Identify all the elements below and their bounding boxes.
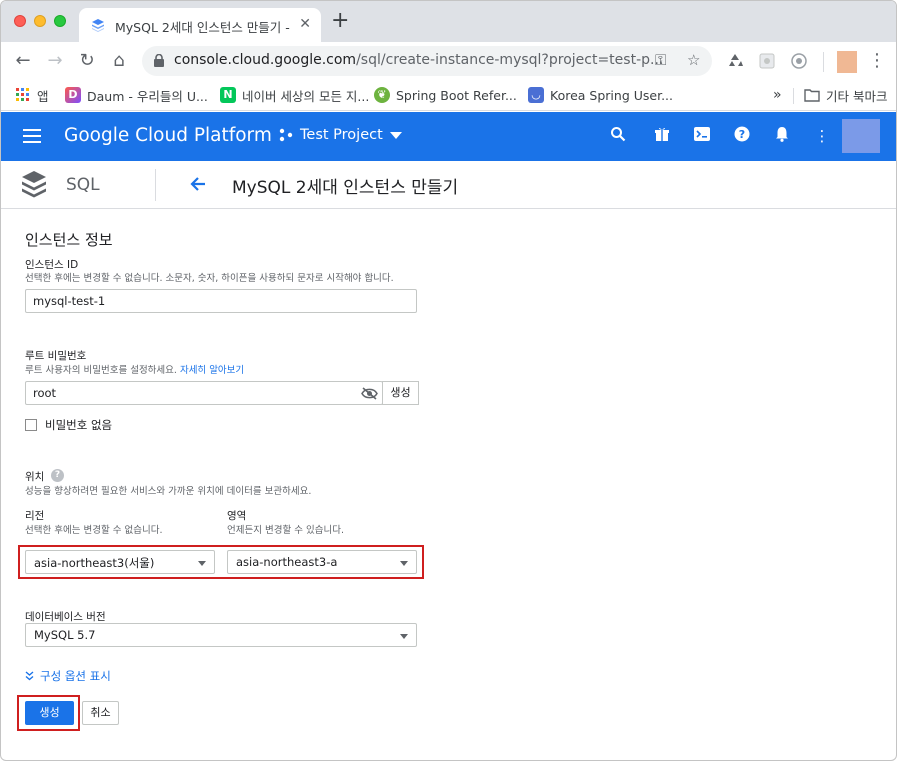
cloud-sql-favicon-icon bbox=[92, 19, 104, 32]
dropdown-caret-icon bbox=[400, 634, 408, 639]
db-version-label: 데이터베이스 버전 bbox=[25, 611, 106, 623]
bookmark-star-icon[interactable]: ☆ bbox=[687, 51, 700, 69]
minimize-window-button[interactable] bbox=[34, 15, 46, 27]
bookmark-naver[interactable]: N 네이버 세상의 모든 지... bbox=[220, 85, 369, 105]
bookmark-spring-boot[interactable]: ❦ Spring Boot Refer... bbox=[374, 85, 517, 105]
new-tab-button[interactable]: + bbox=[331, 10, 349, 32]
show-config-options[interactable]: 구성 옵션 표시 bbox=[25, 668, 111, 684]
extension-icon[interactable] bbox=[757, 51, 777, 71]
instance-id-input[interactable]: mysql-test-1 bbox=[25, 289, 417, 313]
tab-title: MySQL 2세대 인스턴스 만들기 - Te bbox=[115, 20, 291, 35]
svg-text:?: ? bbox=[739, 128, 745, 141]
learn-more-link[interactable]: 자세히 알아보기 bbox=[180, 365, 244, 376]
dropdown-caret-icon bbox=[400, 561, 408, 566]
lock-icon bbox=[154, 54, 164, 67]
daum-icon: D bbox=[65, 87, 81, 103]
root-password-input[interactable]: root bbox=[25, 381, 383, 405]
bookmarks-bar: 앱 D Daum - 우리들의 U... N 네이버 세상의 모든 지... ❦… bbox=[1, 80, 896, 111]
help-icon[interactable]: ? bbox=[732, 126, 752, 146]
db-version-select[interactable]: MySQL 5.7 bbox=[25, 623, 417, 647]
cloud-sql-logo-icon bbox=[22, 171, 46, 198]
page-title: MySQL 2세대 인스턴스 만들기 bbox=[232, 178, 459, 198]
browser-toolbar: ← → ↻ ⌂ console.cloud.google.com/sql/cre… bbox=[1, 42, 896, 80]
spring-icon: ❦ bbox=[374, 87, 390, 103]
notifications-bell-icon[interactable] bbox=[772, 126, 792, 146]
bookmarks-overflow-icon[interactable]: » bbox=[773, 85, 782, 105]
other-bookmarks[interactable]: 기타 북마크 bbox=[804, 85, 887, 105]
close-window-button[interactable] bbox=[14, 15, 26, 27]
forward-icon[interactable]: → bbox=[43, 49, 67, 73]
home-icon[interactable]: ⌂ bbox=[107, 49, 131, 73]
bookmark-divider bbox=[793, 88, 794, 104]
folder-icon bbox=[804, 89, 820, 102]
root-password-label: 루트 비밀번호 bbox=[25, 350, 87, 362]
browser-tab[interactable]: MySQL 2세대 인스턴스 만들기 - Te ✕ bbox=[79, 8, 321, 42]
chevron-down-icon bbox=[389, 131, 402, 139]
search-icon[interactable] bbox=[608, 126, 628, 146]
zone-hint: 언제든지 변경할 수 있습니다. bbox=[227, 525, 344, 536]
section-title: 인스턴스 정보 bbox=[25, 231, 113, 249]
tab-close-icon[interactable]: ✕ bbox=[299, 16, 311, 32]
more-options-icon[interactable]: ⋮ bbox=[812, 126, 832, 146]
ksug-icon: ◡ bbox=[528, 87, 544, 103]
profile-avatar[interactable] bbox=[837, 51, 857, 73]
gcp-brand[interactable]: Google Cloud Platform bbox=[64, 125, 272, 146]
cancel-button[interactable]: 취소 bbox=[82, 701, 119, 725]
root-password-hint: 루트 사용자의 비밀번호를 설정하세요. 자세히 알아보기 bbox=[25, 365, 245, 376]
zone-label: 영역 bbox=[227, 510, 247, 522]
hamburger-menu-icon[interactable] bbox=[23, 129, 41, 143]
address-bar[interactable]: console.cloud.google.com/sql/create-inst… bbox=[142, 46, 712, 76]
page-subheader: SQL MySQL 2세대 인스턴스 만들기 bbox=[1, 161, 896, 209]
browser-window: MySQL 2세대 인스턴스 만들기 - Te ✕ + ← → ↻ ⌂ cons… bbox=[0, 0, 897, 761]
location-hint: 성능을 향상하려면 필요한 서비스와 가까운 위치에 데이터를 보관하세요. bbox=[25, 486, 312, 497]
no-password-checkbox[interactable] bbox=[25, 419, 37, 431]
generate-password-button[interactable]: 생성 bbox=[382, 381, 419, 405]
zone-select[interactable]: asia-northeast3-a bbox=[227, 550, 417, 574]
camera-extension-icon[interactable] bbox=[789, 51, 809, 71]
project-selector[interactable]: Test Project bbox=[279, 127, 402, 143]
key-icon[interactable]: ⚿ bbox=[655, 51, 666, 69]
reload-icon[interactable]: ↻ bbox=[75, 49, 99, 73]
bookmark-ksug[interactable]: ◡ Korea Spring User... bbox=[528, 85, 673, 105]
project-nodes-icon bbox=[279, 128, 293, 142]
region-label: 리전 bbox=[25, 510, 45, 522]
back-icon[interactable]: ← bbox=[11, 49, 35, 73]
instance-id-hint: 선택한 후에는 변경할 수 없습니다. 소문자, 숫자, 하이픈을 사용하되 문… bbox=[25, 273, 394, 284]
url-text: console.cloud.google.com/sql/create-inst… bbox=[174, 52, 664, 68]
location-label: 위치 bbox=[25, 471, 45, 483]
product-name: SQL bbox=[66, 175, 100, 195]
tab-strip: MySQL 2세대 인스턴스 만들기 - Te ✕ + bbox=[1, 1, 896, 42]
naver-icon: N bbox=[220, 87, 236, 103]
bookmark-apps[interactable]: 앱 bbox=[15, 85, 49, 105]
maximize-window-button[interactable] bbox=[54, 15, 66, 27]
no-password-label: 비밀번호 없음 bbox=[45, 418, 113, 432]
subheader-divider bbox=[155, 169, 156, 201]
dropdown-caret-icon bbox=[198, 561, 206, 566]
double-chevron-down-icon bbox=[25, 671, 34, 681]
visibility-off-icon[interactable] bbox=[361, 387, 378, 400]
region-hint: 선택한 후에는 변경할 수 없습니다. bbox=[25, 525, 163, 536]
browser-menu-icon[interactable]: ⋮ bbox=[865, 49, 889, 73]
gift-icon[interactable] bbox=[652, 126, 672, 146]
gcp-header: Google Cloud Platform Test Project ? ⋮ bbox=[1, 112, 896, 161]
apps-grid-icon bbox=[16, 88, 29, 101]
toolbar-divider bbox=[823, 52, 824, 72]
region-select[interactable]: asia-northeast3(서울) bbox=[25, 550, 215, 574]
location-help-icon[interactable]: ? bbox=[51, 469, 64, 482]
back-arrow-icon[interactable] bbox=[187, 173, 209, 195]
bookmark-daum[interactable]: D Daum - 우리들의 U... bbox=[65, 85, 208, 105]
cloud-shell-icon[interactable] bbox=[692, 126, 712, 146]
create-button[interactable]: 생성 bbox=[25, 701, 74, 725]
recycle-extension-icon[interactable] bbox=[725, 51, 745, 71]
account-avatar[interactable] bbox=[842, 119, 880, 153]
